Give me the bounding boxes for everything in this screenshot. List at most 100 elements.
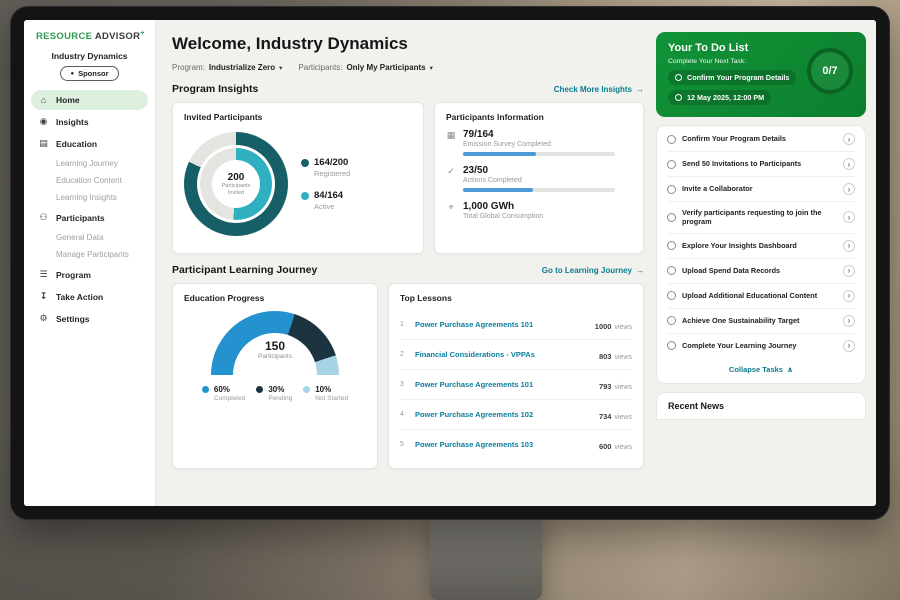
recent-news-card[interactable]: Recent News bbox=[656, 392, 866, 420]
monitor-bezel: RESOURCE ADVISOR+ Industry Dynamics ● Sp… bbox=[10, 6, 890, 520]
top-lessons-card: Top Lessons 1 Power Purchase Agreements … bbox=[388, 283, 644, 469]
learning-journey-header: Participant Learning Journey Go to Learn… bbox=[172, 264, 644, 276]
main-area: Welcome, Industry Dynamics Program: Indu… bbox=[156, 20, 876, 506]
program-insights-header: Program Insights Check More Insights → bbox=[172, 83, 644, 95]
participants-filter-value: Only My Participants bbox=[346, 63, 425, 72]
sponsor-dot-icon: ● bbox=[70, 71, 74, 77]
lesson-rank: 4 bbox=[400, 411, 408, 418]
go-to-learning-journey-link[interactable]: Go to Learning Journey → bbox=[542, 266, 644, 275]
todo-next-task[interactable]: Confirm Your Program Details bbox=[668, 70, 796, 85]
check-more-insights-link[interactable]: Check More Insights → bbox=[554, 85, 644, 94]
active-label: Active bbox=[314, 202, 350, 211]
logo-plus: + bbox=[140, 30, 144, 37]
sidebar-item-program[interactable]: ☰ Program bbox=[31, 264, 148, 285]
stat-value: 1,000 GWh bbox=[463, 201, 543, 212]
task-checkbox[interactable] bbox=[667, 266, 676, 275]
sidebar-item-label: Education bbox=[56, 139, 97, 149]
legend-item-completed: 60% Completed bbox=[202, 385, 245, 402]
task-item-upload-educational-content[interactable]: Upload Additional Educational Content › bbox=[667, 284, 855, 309]
task-label: Achieve One Sustainability Target bbox=[682, 316, 837, 325]
lesson-views: 734 bbox=[599, 412, 612, 421]
not-started-value: 10% bbox=[315, 385, 331, 394]
task-checkbox[interactable] bbox=[667, 185, 676, 194]
task-label: Confirm Your Program Details bbox=[682, 134, 837, 143]
stat-label: Actions Completed bbox=[463, 177, 615, 184]
sponsor-badge[interactable]: ● Sponsor bbox=[60, 66, 118, 81]
monitor-stand bbox=[430, 510, 542, 600]
chevron-right-icon[interactable]: › bbox=[843, 211, 855, 223]
task-item-send-invitations[interactable]: Send 50 Invitations to Participants › bbox=[667, 152, 855, 177]
sidebar-item-general-data[interactable]: General Data bbox=[31, 229, 148, 246]
progress-fill bbox=[463, 152, 536, 156]
lesson-link[interactable]: Power Purchase Agreements 101 bbox=[415, 320, 588, 329]
sidebar-item-take-action[interactable]: ↧ Take Action bbox=[31, 286, 148, 307]
chevron-right-icon[interactable]: › bbox=[843, 265, 855, 277]
donut-center: 200 Participants Invited bbox=[212, 160, 260, 208]
registered-dot-icon bbox=[301, 159, 309, 167]
chevron-right-icon[interactable]: › bbox=[843, 340, 855, 352]
lesson-views: 600 bbox=[599, 442, 612, 451]
todo-panel: Your To Do List Complete Your Next Task:… bbox=[656, 32, 866, 506]
progress-fill bbox=[463, 188, 533, 192]
progress-track bbox=[463, 188, 615, 192]
task-item-upload-spend-data[interactable]: Upload Spend Data Records › bbox=[667, 259, 855, 284]
learning-cards-row: Education Progress 150 Participants bbox=[172, 283, 644, 469]
task-item-complete-learning-journey[interactable]: Complete Your Learning Journey › bbox=[667, 334, 855, 358]
chevron-right-icon[interactable]: › bbox=[843, 240, 855, 252]
legend-item-not-started: 10% Not Started bbox=[303, 385, 348, 402]
todo-due-label: 12 May 2025, 12:00 PM bbox=[687, 93, 764, 102]
task-checkbox[interactable] bbox=[667, 341, 676, 350]
org-name: Industry Dynamics bbox=[24, 51, 155, 61]
chevron-right-icon[interactable]: › bbox=[843, 290, 855, 302]
sidebar-item-manage-participants[interactable]: Manage Participants bbox=[31, 246, 148, 263]
lesson-link[interactable]: Power Purchase Agreements 102 bbox=[415, 410, 592, 419]
settings-icon: ⚙ bbox=[38, 313, 49, 324]
legend-item-active: 84/164 Active bbox=[301, 190, 350, 211]
chevron-right-icon[interactable]: › bbox=[843, 315, 855, 327]
program-filter[interactable]: Program: Industrialize Zero ▾ bbox=[172, 63, 282, 72]
task-checkbox[interactable] bbox=[667, 291, 676, 300]
task-checkbox[interactable] bbox=[667, 160, 676, 169]
lesson-link[interactable]: Financial Considerations - VPPAs bbox=[415, 350, 592, 359]
task-item-invite-collaborator[interactable]: Invite a Collaborator › bbox=[667, 177, 855, 202]
sidebar-item-home[interactable]: ⌂ Home bbox=[31, 90, 148, 110]
chevron-right-icon[interactable]: › bbox=[843, 133, 855, 145]
task-item-verify-participants[interactable]: Verify participants requesting to join t… bbox=[667, 202, 855, 234]
task-checkbox[interactable] bbox=[667, 316, 676, 325]
sidebar-item-label: Home bbox=[56, 95, 80, 105]
lesson-link[interactable]: Power Purchase Agreements 103 bbox=[415, 440, 592, 449]
todo-next-task-label: Confirm Your Program Details bbox=[687, 73, 789, 82]
task-item-explore-insights[interactable]: Explore Your Insights Dashboard › bbox=[667, 234, 855, 259]
task-checkbox[interactable] bbox=[667, 241, 676, 250]
invited-participants-card: Invited Participants 200 Participants In… bbox=[172, 102, 424, 254]
sidebar-item-settings[interactable]: ⚙ Settings bbox=[31, 308, 148, 329]
lesson-views-word: views bbox=[614, 354, 632, 361]
participants-filter[interactable]: Participants: Only My Participants ▾ bbox=[298, 63, 432, 72]
sidebar-item-learning-journey[interactable]: Learning Journey bbox=[31, 155, 148, 172]
sidebar-item-education[interactable]: ▤ Education bbox=[31, 133, 148, 154]
registered-label: Registered bbox=[314, 169, 350, 178]
collapse-tasks-link[interactable]: Collapse Tasks ∧ bbox=[667, 358, 855, 382]
sidebar-item-label: Settings bbox=[56, 314, 90, 324]
stat-emission-survey: ▦ 79/164 Emission Survey Completed bbox=[446, 129, 632, 156]
top-lessons-title: Top Lessons bbox=[400, 293, 632, 303]
actions-icon: ✓ bbox=[446, 165, 456, 192]
sidebar-item-participants[interactable]: ⚇ Participants bbox=[31, 207, 148, 228]
task-checkbox[interactable] bbox=[667, 213, 676, 222]
completed-dot-icon bbox=[202, 386, 209, 393]
lesson-link[interactable]: Power Purchase Agreements 101 bbox=[415, 380, 592, 389]
sidebar-item-education-content[interactable]: Education Content bbox=[31, 172, 148, 189]
lesson-views-word: views bbox=[614, 324, 632, 331]
screen: RESOURCE ADVISOR+ Industry Dynamics ● Sp… bbox=[24, 20, 876, 506]
sidebar-item-learning-insights[interactable]: Learning Insights bbox=[31, 189, 148, 206]
sidebar-nav: ⌂ Home ◉ Insights ▤ Education Learning J… bbox=[24, 90, 155, 329]
chevron-right-icon[interactable]: › bbox=[843, 158, 855, 170]
stat-value: 23/50 bbox=[463, 165, 615, 176]
chevron-right-icon[interactable]: › bbox=[843, 183, 855, 195]
sidebar-item-insights[interactable]: ◉ Insights bbox=[31, 111, 148, 132]
gauge-center-value: 150 bbox=[211, 339, 339, 353]
task-item-confirm-program[interactable]: Confirm Your Program Details › bbox=[667, 127, 855, 152]
sidebar-item-label: Insights bbox=[56, 117, 89, 127]
task-checkbox[interactable] bbox=[667, 135, 676, 144]
task-item-achieve-target[interactable]: Achieve One Sustainability Target › bbox=[667, 309, 855, 334]
